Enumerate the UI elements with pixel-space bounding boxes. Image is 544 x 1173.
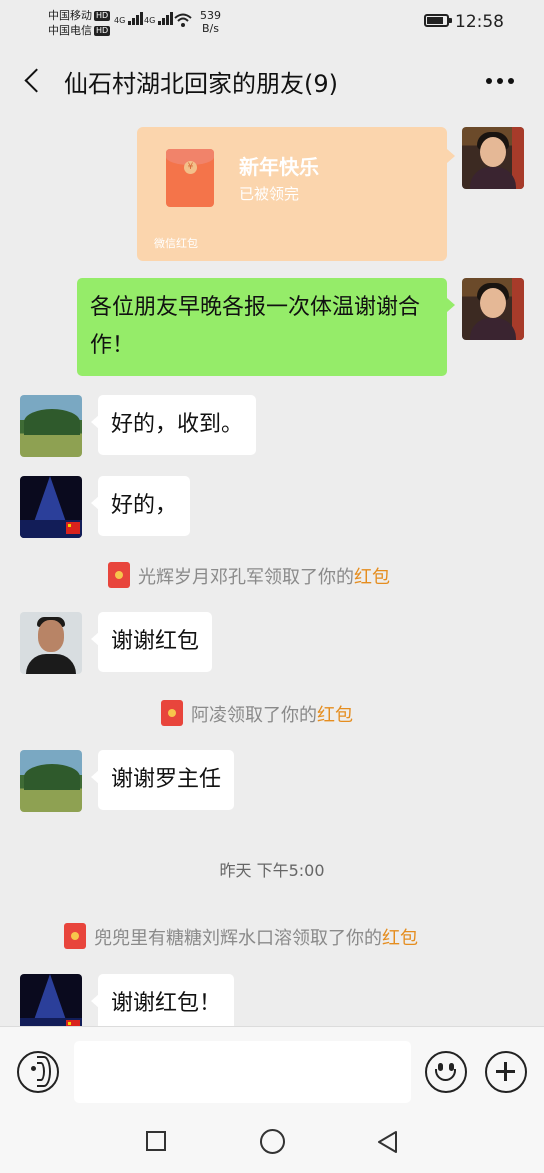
red-packet-mini-icon [64,923,86,949]
avatar-self[interactable] [462,127,524,189]
red-packet-notice: 兜兜里有糖糖刘辉水口溶领取了你的红包 [64,923,418,952]
carrier-1: 中国移动 HD [48,9,111,22]
wifi-icon [174,13,192,27]
red-packet-link[interactable]: 红包 [382,928,418,949]
chat-title: 仙石村湖北回家的朋友(9) [64,70,338,98]
voice-icon[interactable] [17,1051,59,1093]
nav-square-icon[interactable] [146,1131,166,1151]
avatar-light[interactable] [20,476,82,538]
input-bar [0,1026,544,1114]
avatar-self[interactable] [462,278,524,340]
message-input[interactable] [74,1041,411,1103]
system-nav-bar [0,1114,544,1173]
avatar-man[interactable] [20,612,82,674]
back-icon[interactable] [24,68,44,96]
message-bubble-received[interactable]: 谢谢红包！ [90,974,235,1034]
signal-icon-2: 4G [144,12,174,25]
emoji-icon[interactable] [425,1051,467,1093]
network-speed: 539 B/s [200,9,221,35]
title-bar: 仙石村湖北回家的朋友(9) [0,44,544,116]
red-packet-mini-icon [161,700,183,726]
nav-home-icon[interactable] [260,1129,285,1154]
signal-icon-1: 4G [114,12,144,25]
nav-back-icon[interactable] [376,1130,398,1154]
message-bubble-received[interactable]: 谢谢红包 [90,612,213,672]
battery-icon [424,14,452,27]
clock: 12:58 [455,12,504,32]
message-bubble-received[interactable]: 谢谢罗主任 [90,750,235,810]
plus-icon[interactable] [485,1051,527,1093]
avatar-hill[interactable] [20,395,82,457]
red-packet-message[interactable]: ¥ 新年快乐 已被领完 微信红包 [137,127,455,261]
message-bubble-received[interactable]: 好的，收到。 [90,395,257,455]
red-packet-status: 已被领完 [239,185,300,203]
flag-icon [66,522,80,534]
timestamp: 昨天 下午5:00 [219,861,325,880]
red-packet-notice: 光辉岁月邓孔军领取了你的红包 [108,562,390,591]
red-packet-title: 新年快乐 [239,155,319,179]
red-packet-link[interactable]: 红包 [317,705,353,726]
red-packet-link[interactable]: 红包 [354,567,390,588]
message-bubble-received[interactable]: 好的， [90,476,191,536]
carrier-2: 中国电信 HD [48,24,111,37]
red-packet-mini-icon [108,562,130,588]
avatar-hill[interactable] [20,750,82,812]
message-bubble-sent[interactable]: 各位朋友早晚各报一次体温谢谢合作！ [77,278,455,376]
more-icon[interactable] [484,77,516,87]
red-packet-footer: 微信红包 [154,237,198,250]
status-bar: 中国移动 HD 中国电信 HD 4G 4G 539 B/s 12:58 [0,0,544,44]
red-packet-notice: 阿凌领取了你的红包 [161,700,353,729]
red-packet-icon: ¥ [166,149,214,207]
